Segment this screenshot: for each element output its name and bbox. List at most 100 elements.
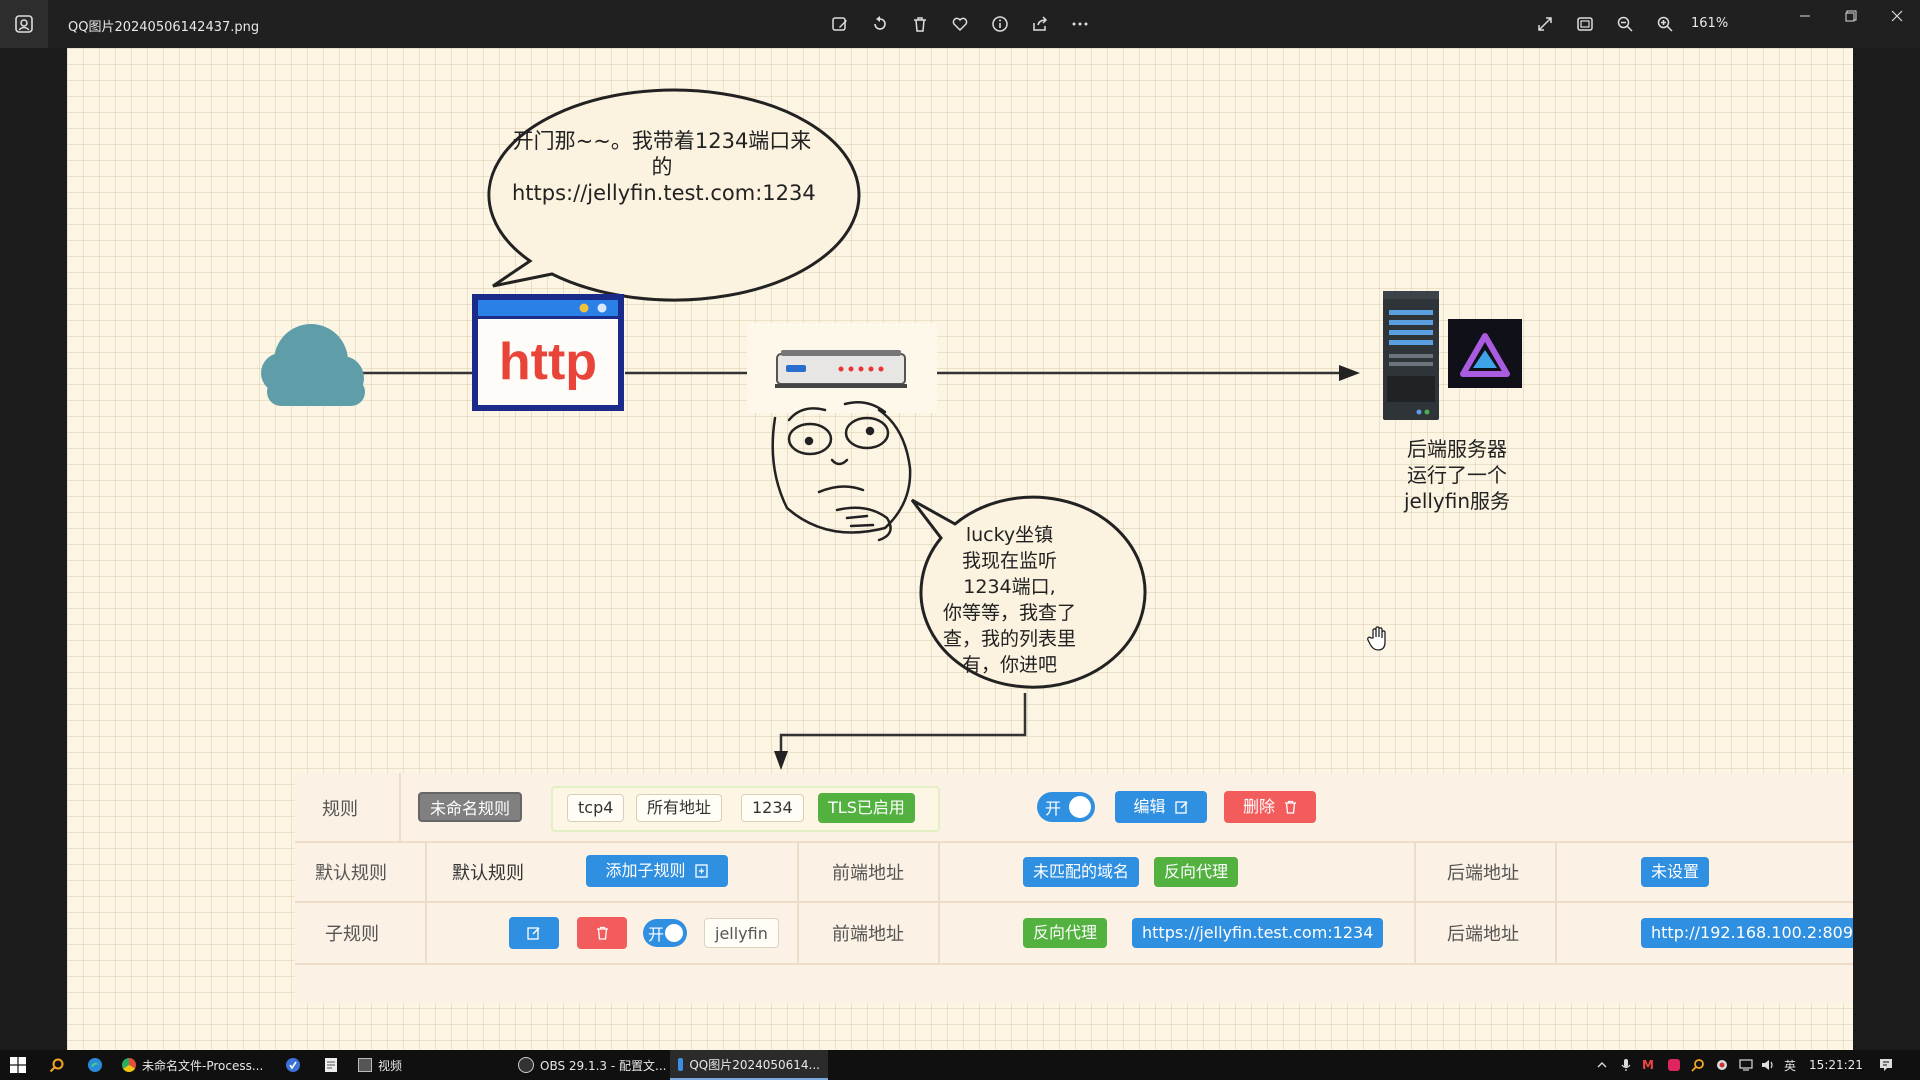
backend-address-label: 后端地址 [1447,924,1519,945]
search-icon[interactable] [46,1050,68,1080]
app-red-tray-icon[interactable] [1666,1057,1682,1073]
gmail-icon[interactable]: M [1640,1057,1656,1073]
reverse-proxy-tag: 反向代理 [1154,857,1239,887]
bubble-bottom-text: lucky坐镇 我现在监听 1234端口, 你等等，我查了 查，我的列表里 有，… [932,522,1087,678]
bubble-top-line: https://jellyfin.test.com:1234 [512,181,816,205]
switch-knob [1069,796,1091,818]
windows-logo-icon [10,1057,26,1073]
port-tag: 1234 [741,794,804,822]
clock[interactable]: 15:21:21 [1806,1050,1866,1080]
volume-icon[interactable] [1760,1057,1776,1073]
share-icon[interactable] [1028,12,1052,36]
sub-rule-enable-switch[interactable]: 开 [643,919,687,947]
photos-app-icon[interactable] [0,0,48,48]
taskbar-app-label: OBS 29.1.3 - 配置文... [540,1058,667,1073]
rule-label: 规则 [322,799,358,820]
app-icon-doc[interactable] [320,1050,342,1080]
sub-rule-label: 子规则 [325,924,379,945]
microphone-icon[interactable] [1618,1057,1634,1073]
protocol-tag: tcp4 [567,794,625,822]
edit-image-icon[interactable] [828,12,852,36]
zoom-in-icon[interactable] [1653,12,1677,36]
rule-enable-switch[interactable]: 开 [1037,792,1095,822]
rule-header-row: 规则 未命名规则 tcp4 所有地址 1234 TLS已启用 开 编辑 删除 [295,773,1853,843]
bubble-top-line: 的 [651,155,673,179]
backend-url-tag: http://192.168.100.2:8096 [1641,918,1853,948]
file-name: QQ图片20240506142437.png [68,20,260,35]
maximize-button[interactable] [1828,0,1874,32]
backend-unset-tag: 未设置 [1641,857,1710,887]
switch-knob [665,924,683,942]
taskbar-app-label: 未命名文件-Process... [142,1058,264,1073]
fullscreen-icon[interactable] [1533,12,1557,36]
fit-window-icon[interactable] [1573,12,1597,36]
tls-tag: TLS已启用 [818,793,915,823]
sub-rule-name-tag: jellyfin [704,918,779,948]
edit-rule-button[interactable]: 编辑 [1115,791,1207,823]
server-caption-line: 后端服务器 [1407,437,1507,461]
viewer-title-bar: QQ图片20240506142437.png 161% [0,0,1920,48]
trash-icon [1284,793,1297,825]
delete-label: 删除 [1242,797,1275,816]
video-icon [358,1058,372,1072]
input-method-indicator[interactable]: 英 [1782,1057,1798,1073]
taskbar-app-video[interactable]: 视频 [350,1050,520,1080]
app-tray-icon[interactable] [1714,1057,1730,1073]
network-icon[interactable] [1738,1057,1754,1073]
server-caption-line: 运行了一个 [1407,463,1507,487]
jellyfin-logo-icon [1448,319,1522,388]
tray-overflow-icon[interactable] [1594,1057,1610,1073]
close-button[interactable] [1874,0,1920,32]
delete-icon[interactable] [908,12,932,36]
delete-rule-button[interactable]: 删除 [1224,791,1316,823]
reverse-proxy-tag: 反向代理 [1023,918,1108,948]
edit-icon [1174,793,1189,825]
server-caption: 后端服务器 运行了一个 jellyfin服务 [1387,436,1527,514]
more-icon[interactable] [1068,12,1092,36]
add-sub-rule-button[interactable]: 添加子规则 [586,855,728,887]
http-label: http [498,333,598,391]
rule-panel: 规则 未命名规则 tcp4 所有地址 1234 TLS已启用 开 编辑 删除 默… [295,773,1853,1003]
default-rule-label: 默认规则 [315,863,387,884]
frontend-address-label: 前端地址 [832,924,904,945]
sub-rule-row: 子规则 开 jellyfin 前端地址 反向代理 https://jellyfi… [295,903,1853,965]
app-icon-blue[interactable] [282,1050,304,1080]
taskbar-app-obs[interactable]: OBS 29.1.3 - 配置文... [510,1050,680,1080]
taskbar: 未命名文件-Process... 视频 OBS 29.1.3 - 配置文... … [0,1050,1920,1080]
search-tray-icon[interactable] [1690,1057,1706,1073]
bubble-bottom-line: 你等等，我查了 [942,602,1076,624]
default-rule-name: 默认规则 [452,863,524,884]
bubble-top-text: 开门那~~。我带着1234端口来 的 https://jellyfin.test… [512,128,816,206]
unmatched-domain-tag: 未匹配的域名 [1023,857,1140,887]
address-tag: 所有地址 [636,794,723,822]
info-icon[interactable] [988,12,1012,36]
taskbar-app-processon[interactable]: 未命名文件-Process... [114,1050,284,1080]
edit-sub-rule-button[interactable] [509,917,559,949]
edge-browser-icon[interactable] [84,1050,106,1080]
minimize-button[interactable] [1782,0,1828,32]
rule-name-tag: 未命名规则 [418,792,523,822]
bubble-bottom-line: 1234端口, [963,576,1056,598]
default-rule-row: 默认规则 默认规则 添加子规则 前端地址 未匹配的域名 反向代理 后端地址 未设… [295,843,1853,903]
rotate-icon[interactable] [868,12,892,36]
image-canvas[interactable]: 开门那~~。我带着1234端口来 的 https://jellyfin.test… [67,48,1853,1050]
hand-cursor-icon [1367,626,1389,656]
edit-label: 编辑 [1133,797,1166,816]
zoom-out-icon[interactable] [1613,12,1637,36]
edit-icon [527,919,541,951]
delete-sub-rule-button[interactable] [577,917,627,949]
thinking-face-icon [771,401,912,542]
trash-icon [596,919,609,951]
start-button[interactable] [6,1050,30,1080]
notification-icon[interactable] [1878,1057,1894,1073]
taskbar-app-label: 视频 [378,1058,403,1073]
favorite-icon[interactable] [948,12,972,36]
add-icon [694,857,709,889]
add-sub-rule-label: 添加子规则 [605,861,686,880]
bubble-bottom-line: 我现在监听 [961,550,1057,572]
taskbar-app-photos[interactable]: QQ图片2024050614... [670,1050,828,1080]
server-caption-line: jellyfin服务 [1403,489,1511,513]
cloud-icon [261,324,365,406]
switch-label: 开 [1045,799,1062,818]
obs-icon [518,1057,534,1073]
